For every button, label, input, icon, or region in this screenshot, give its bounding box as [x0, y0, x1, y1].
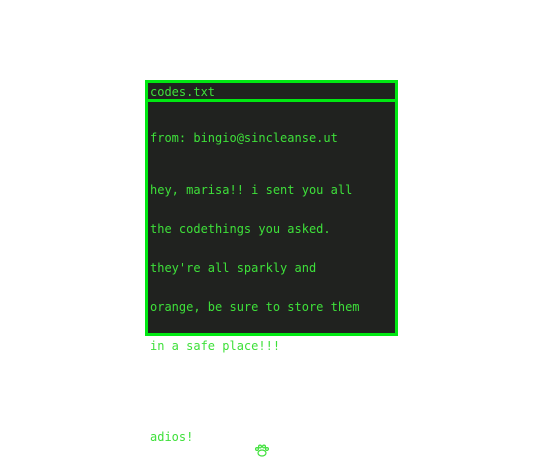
- message-line: in a safe place!!!: [150, 339, 281, 353]
- signoff: adios!: [150, 430, 395, 457]
- paw-print-icon: [195, 431, 270, 457]
- message-line: orange, be sure to store them: [150, 300, 360, 314]
- text-file-window: codes.txt from: bingio@sincleanse.ut hey…: [145, 80, 398, 457]
- message-line: they're all sparkly and: [150, 261, 317, 275]
- message-line: the codethings you asked.: [150, 222, 331, 236]
- window-title: codes.txt: [150, 85, 216, 99]
- window-titlebar[interactable]: codes.txt: [148, 83, 395, 102]
- sender-line: from: bingio@sincleanse.ut: [150, 131, 338, 145]
- message-body: from: bingio@sincleanse.ut hey, marisa!!…: [148, 102, 395, 470]
- message-line: hey, marisa!! i sent you all: [150, 183, 353, 197]
- signoff-text: adios!: [150, 430, 194, 444]
